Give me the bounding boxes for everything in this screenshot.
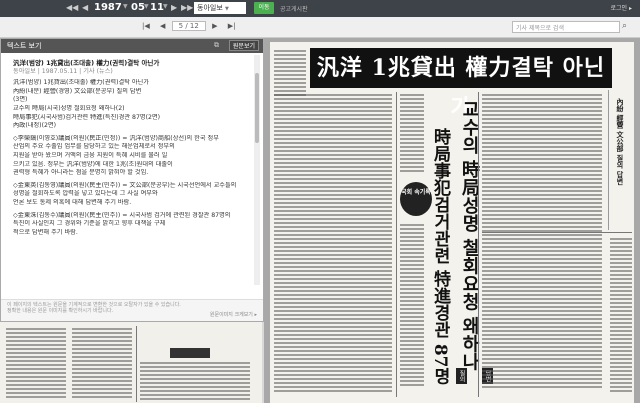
newspaper-page[interactable]: 汎洋 1兆貸出 權力결탁 아닌가 교수의 時局성명 철회요청 왜하나 時局事犯검… <box>270 42 634 403</box>
expand-icon[interactable]: ⧉ <box>214 41 219 50</box>
column-rule <box>478 92 479 397</box>
side-headline: 內紛 經營 文公部 질의 답변 <box>616 98 625 185</box>
page-separator: / <box>185 22 188 30</box>
paragraph-line: ◇李榮鎬(이영호)議員(의원)(民正(민정)) = 汎洋(범양)商船(상선)의 … <box>13 134 219 142</box>
newspaper-select[interactable]: 동아일보 ▼ <box>194 2 246 14</box>
headline-line: 內政(내정)(2면) <box>13 122 57 130</box>
day-dropdown-icon[interactable]: ▼ <box>163 3 168 10</box>
panel-scrollbar[interactable] <box>254 55 260 285</box>
headline-line: 時局事犯(시국사범)검거관련 特進(특진)경관 87명(2면) <box>13 113 161 121</box>
paragraph-line: 적으로 답변해 주기 바람. <box>13 228 78 236</box>
column-rule <box>136 326 137 402</box>
paragraph-line: 산업의 주요 수출입 업무를 담당하고 있는 해운업체로서 정부의 <box>13 143 175 151</box>
original-view-button[interactable]: 원문보기 <box>228 40 259 51</box>
paragraph-line: 특진이 사실인지 그 경위와 기준을 밝히고 향후 대책을 구체 <box>13 220 166 228</box>
search-icon[interactable]: ⌕ <box>622 21 634 33</box>
top-bar: ◀◀ ◀ 1987 ▼ 05 ▼ 11 ▼ ▶ ▶▶ 동아일보 ▼ 이동 공고게… <box>0 0 640 17</box>
month-dropdown-icon[interactable]: ▼ <box>144 3 149 10</box>
current-page: 5 <box>178 22 184 30</box>
sub-headline: 時局事犯검거관련 特進경관 87명 <box>430 128 450 385</box>
first-date-button[interactable]: ◀◀ <box>66 3 78 12</box>
page-indicator[interactable]: 5 / 12 <box>171 21 206 31</box>
total-pages: 12 <box>189 22 199 30</box>
search-input[interactable]: 기사 제목으로 검색 <box>512 21 620 33</box>
preview-heading-block <box>170 348 210 358</box>
next-date-button[interactable]: ▶ <box>171 3 177 12</box>
page-toolbar: |◀ ◀ 5 / 12 ▶ ▶| 기사 제목으로 검색 ⌕ <box>0 17 640 38</box>
text-column <box>610 238 632 394</box>
paragraph: ◇李榮鎬(이영호)議員(의원)(民正(민정)) = 汎洋(범양)商船(상선)의 … <box>13 135 251 178</box>
text-column <box>400 224 424 388</box>
text-column <box>274 94 392 394</box>
text-column <box>140 362 250 402</box>
paragraph: ◇金東英(김동영)議員(의원)(民主(민주)) = 文公部(문공부)는 시국선언… <box>13 182 251 208</box>
article-text: 汎洋(범양) 1兆貸出(조대출) 權力(권력)결탁 아닌가 동아일보 | 198… <box>1 53 263 285</box>
article-meta: 동아일보 | 1987.05.11 | 기사 (뉴스) <box>13 67 113 75</box>
paragraph-line: ◇金東洙(김동수)議員(의원)(民主(민주)) = 시국사범 검거에 관련된 경… <box>13 211 231 219</box>
question-tag: 질의 <box>456 368 467 384</box>
text-column <box>6 328 66 400</box>
panel-footer: 이 페이지의 텍스트는 원문을 기계적으로 변환한 것으로 오탈자가 있을 수 … <box>1 299 263 321</box>
paragraph-line: ◇金東英(김동영)議員(의원)(民主(민주)) = 文公部(문공부)는 시국선언… <box>13 181 237 189</box>
page-viewer[interactable]: 汎洋 1兆貸出 權力결탁 아닌가 교수의 時局성명 철회요청 왜하나 時局事犯검… <box>264 38 640 403</box>
day-select[interactable]: 11 <box>150 2 164 15</box>
first-page-button[interactable]: |◀ <box>142 22 150 30</box>
prev-date-button[interactable]: ◀ <box>82 3 88 12</box>
last-date-button[interactable]: ▶▶ <box>181 3 193 12</box>
panel-title: 텍스트 보기 <box>7 42 42 50</box>
paragraph-line: 성명을 철회하도록 압력을 넣고 있다는데 그 사실 여부와 <box>13 190 158 198</box>
panel-header: 텍스트 보기 ⧉ 원문보기 <box>1 39 263 53</box>
text-column <box>72 328 132 400</box>
last-page-button[interactable]: ▶| <box>228 22 236 30</box>
headline-line: 교수의 時局(시국)성명 철회요청 왜하나(2) <box>13 104 125 112</box>
year-select[interactable]: 1987 <box>94 2 122 15</box>
article-title: 汎洋(범양) 1兆貸出(조대출) 權力(권력)결탁 아닌가 <box>13 59 160 67</box>
month-select[interactable]: 05 <box>131 2 145 15</box>
section-rule <box>482 232 632 233</box>
chevron-down-icon: ▼ <box>225 6 229 12</box>
page-navigator: |◀ ◀ 5 / 12 ▶ ▶| <box>138 21 239 31</box>
enlarge-image-link[interactable]: 원문이미지 크게보기 ▸ <box>210 312 257 318</box>
headline-line: 內紛(내분) 經營(경영) 文公部(문공부) 질의 답변 <box>13 87 142 95</box>
scrollbar-thumb[interactable] <box>255 73 259 143</box>
text-column <box>482 94 602 390</box>
text-view-panel: 텍스트 보기 ⧉ 원문보기 汎洋(범양) 1兆貸出(조대출) 權力(권력)결탁 … <box>0 38 264 322</box>
paragraph-line: 지원을 받아 왔으며 거액의 금융 지원이 특혜 시비를 불러 일 <box>13 151 168 159</box>
paragraph: ◇金東洙(김동수)議員(의원)(民主(민주)) = 시국사범 검거에 관련된 경… <box>13 212 251 238</box>
main-headline: 汎洋 1兆貸出 權力결탁 아닌가 <box>310 48 612 121</box>
prev-page-button[interactable]: ◀ <box>160 22 165 30</box>
text-column <box>400 94 424 174</box>
adjacent-page-preview[interactable] <box>0 322 262 403</box>
go-button[interactable]: 이동 <box>254 2 274 14</box>
paragraph-line: 언론 보도 통제 의혹에 대해 답변해 주기 바람. <box>13 198 132 206</box>
side-article: 內紛 經營 文公部 질의 답변 <box>608 90 632 230</box>
notice-link[interactable]: 공고게시판 <box>280 4 308 13</box>
parliament-record-badge: 국회 속기록 <box>400 182 432 216</box>
column-rule <box>396 92 397 397</box>
year-dropdown-icon[interactable]: ▼ <box>123 3 128 10</box>
login-link[interactable]: 로그인 ▸ <box>611 3 632 12</box>
newspaper-select-value: 동아일보 <box>197 4 223 12</box>
headline-line: 汎洋(범양) 1兆貸出(조대출) 權力(권력)결탁 아닌가 <box>13 79 149 87</box>
paragraph-line: 으키고 있음. 정부는 汎洋(범양)에 대한 1兆(조)원대의 대출이 <box>13 160 173 168</box>
text-column <box>274 50 306 98</box>
paragraph-line: 권력형 특혜가 아니라는 점을 분명히 밝혀야 할 것임. <box>13 169 149 177</box>
next-page-button[interactable]: ▶ <box>212 22 217 30</box>
headline-line: (3면) <box>13 96 28 104</box>
